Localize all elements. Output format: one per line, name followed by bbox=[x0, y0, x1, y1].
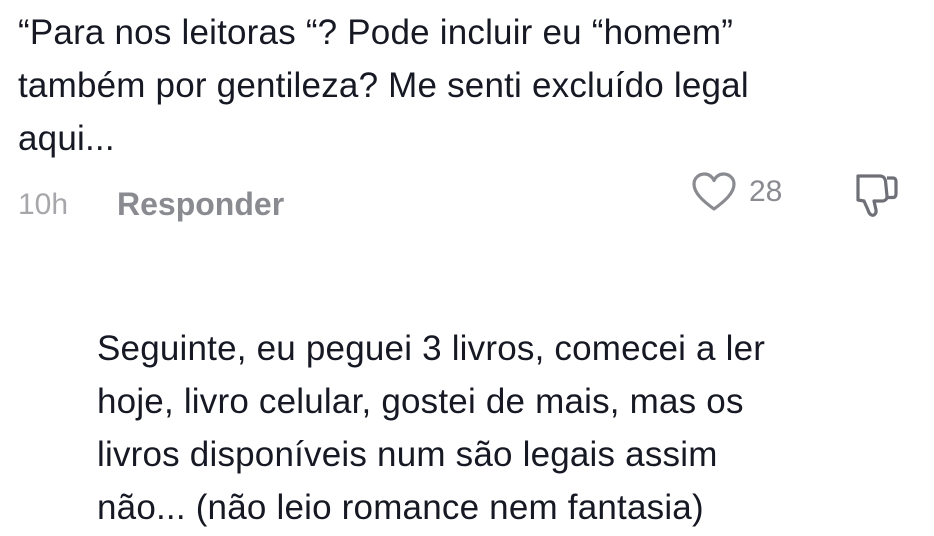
comment-text: Seguinte, eu peguei 3 livros, comecei a … bbox=[97, 329, 766, 527]
comment-timestamp: 10h bbox=[18, 188, 69, 221]
comment-meta-row: 10h Responder 28 bbox=[18, 172, 918, 226]
comment-text: “Para nos leitoras “? Pode incluir eu “h… bbox=[18, 13, 749, 158]
like-count: 28 bbox=[749, 175, 783, 208]
reply-button[interactable]: Responder bbox=[117, 186, 284, 223]
heart-outline-icon[interactable] bbox=[691, 171, 737, 213]
thumbs-down-outline-icon[interactable] bbox=[850, 170, 902, 220]
like-button[interactable]: 28 bbox=[691, 170, 782, 214]
